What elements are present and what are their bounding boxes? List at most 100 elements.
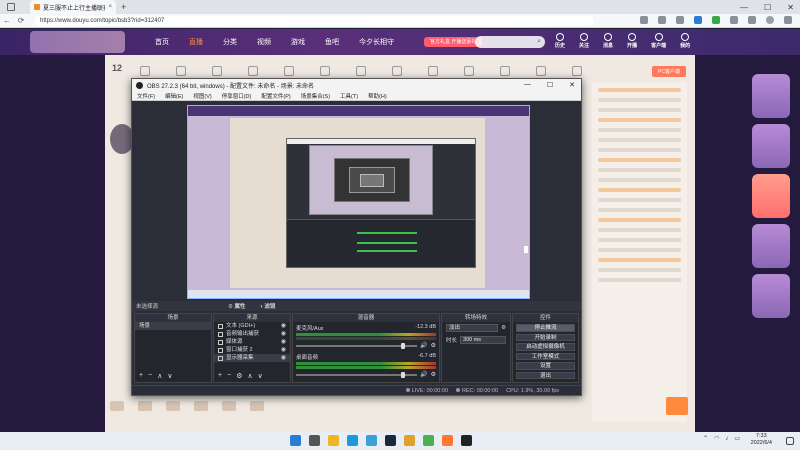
eye-icon[interactable]: ◉: [281, 354, 286, 362]
history-button[interactable]: 历史: [555, 33, 565, 49]
settings-button[interactable]: 设置: [516, 362, 575, 370]
speaker-icon[interactable]: 🔊: [420, 371, 427, 378]
nav-item-event[interactable]: 今夕长相守: [359, 37, 394, 47]
stop-streaming-button[interactable]: 停止推流: [516, 324, 575, 332]
extension-green-icon[interactable]: [712, 16, 720, 24]
promo-badge[interactable]: [752, 224, 790, 268]
nav-item-yuba[interactable]: 鱼吧: [325, 37, 339, 47]
eye-icon[interactable]: ◉: [281, 322, 286, 330]
read-aloud-icon[interactable]: [640, 16, 648, 24]
obs-icon[interactable]: [461, 435, 472, 446]
category-icon[interactable]: [572, 66, 582, 76]
game-icon[interactable]: [423, 435, 434, 446]
gift-icon[interactable]: [110, 401, 124, 411]
volume-slider[interactable]: [296, 371, 418, 378]
menu-docks[interactable]: 停靠窗口(D): [222, 92, 252, 100]
pc-client-button[interactable]: PC客户端: [652, 66, 686, 77]
gear-icon[interactable]: ⚙: [431, 371, 436, 378]
menu-help[interactable]: 帮助(H): [368, 92, 387, 100]
source-settings-button[interactable]: ⚙: [236, 372, 242, 380]
add-source-button[interactable]: +: [218, 372, 222, 380]
search-icon[interactable]: ⌕: [537, 38, 541, 46]
category-icon[interactable]: [464, 66, 474, 76]
back-button[interactable]: ←: [0, 16, 14, 25]
tab-close-icon[interactable]: ×: [108, 4, 112, 10]
move-up-button[interactable]: ∧: [157, 372, 162, 380]
message-button[interactable]: 消息: [603, 33, 613, 49]
mail-icon[interactable]: [404, 435, 415, 446]
promo-badge[interactable]: [752, 124, 790, 168]
speaker-icon[interactable]: ♪: [725, 436, 728, 442]
source-item[interactable]: 音频输出捕获 ◉: [214, 330, 290, 338]
browser-tab-active[interactable]: 夏三服不止上行主播联赛 ×: [30, 0, 116, 14]
start-stream-button[interactable]: 开播: [627, 33, 637, 49]
menu-scene-collection[interactable]: 场景集合(S): [301, 92, 330, 100]
battery-icon[interactable]: ▭: [734, 435, 740, 442]
send-button[interactable]: [666, 397, 688, 415]
file-explorer-icon[interactable]: [328, 435, 339, 446]
source-item[interactable]: 文本 (GDI+) ◉: [214, 322, 290, 330]
eye-icon[interactable]: ◉: [281, 338, 286, 346]
minimize-button[interactable]: —: [740, 3, 748, 12]
client-button[interactable]: 客户端: [651, 33, 666, 49]
gear-icon[interactable]: ⚙: [431, 342, 436, 349]
scene-item[interactable]: 场景: [135, 322, 211, 330]
url-input[interactable]: https://www.douyu.com/topic/bsb3?rid=312…: [34, 15, 594, 26]
douyu-logo[interactable]: [30, 31, 125, 53]
gift-icon[interactable]: [138, 401, 152, 411]
start-icon[interactable]: [290, 435, 301, 446]
add-scene-button[interactable]: +: [139, 372, 143, 380]
move-down-button[interactable]: ∨: [167, 372, 172, 380]
nav-item-home[interactable]: 首页: [155, 37, 169, 47]
transition-select[interactable]: 淡出: [446, 324, 499, 332]
studio-mode-button[interactable]: 工作室模式: [516, 352, 575, 360]
refresh-button[interactable]: ⟳: [14, 16, 28, 25]
maximize-button[interactable]: ☐: [764, 3, 771, 12]
nav-item-game[interactable]: 游戏: [291, 37, 305, 47]
category-icon[interactable]: [392, 66, 402, 76]
transition-settings-icon[interactable]: ⚙: [501, 325, 506, 331]
category-icon[interactable]: [536, 66, 546, 76]
speaker-icon[interactable]: 🔊: [420, 342, 427, 349]
gift-icon[interactable]: [166, 401, 180, 411]
wifi-icon[interactable]: ◠: [714, 435, 719, 442]
category-icon[interactable]: [428, 66, 438, 76]
search-icon[interactable]: [309, 435, 320, 446]
obs-maximize-button[interactable]: ☐: [547, 81, 553, 89]
obs-close-button[interactable]: ✕: [569, 81, 575, 89]
notification-icon[interactable]: [786, 437, 794, 445]
close-button[interactable]: ✕: [787, 3, 794, 12]
nav-item-live[interactable]: 直播: [189, 37, 203, 47]
profile-avatar[interactable]: [766, 16, 774, 24]
category-icon[interactable]: [176, 66, 186, 76]
collections-icon[interactable]: [748, 16, 756, 24]
move-down-button[interactable]: ∨: [258, 372, 263, 380]
start-recording-button[interactable]: 开始录制: [516, 333, 575, 341]
eye-icon[interactable]: ◉: [281, 330, 286, 338]
gift-icon[interactable]: [222, 401, 236, 411]
favorite-star-icon[interactable]: [658, 16, 666, 24]
taskbar-clock[interactable]: 7:33 2022/6/4: [751, 433, 772, 447]
category-icon[interactable]: [356, 66, 366, 76]
category-icon[interactable]: [320, 66, 330, 76]
steam-icon[interactable]: [385, 435, 396, 446]
properties-button[interactable]: ⚙ 属性: [228, 302, 245, 310]
favorites-icon[interactable]: [730, 16, 738, 24]
media-icon[interactable]: [366, 435, 377, 446]
obs-minimize-button[interactable]: —: [524, 81, 531, 89]
obs-preview[interactable]: [187, 105, 530, 299]
extension-blue-icon[interactable]: [694, 16, 702, 24]
filters-button[interactable]: ◑ 滤镜: [260, 302, 276, 310]
promo-badge[interactable]: [752, 274, 790, 318]
start-virtual-camera-button[interactable]: 启动虚拟摄像机: [516, 343, 575, 351]
duration-input[interactable]: 300 ms: [460, 336, 506, 344]
edge-icon[interactable]: [347, 435, 358, 446]
source-item[interactable]: 窗口捕获 2 ◉: [214, 346, 290, 354]
menu-edit[interactable]: 编辑(E): [165, 92, 183, 100]
menu-view[interactable]: 视图(V): [193, 92, 211, 100]
menu-file[interactable]: 文件(F): [137, 92, 155, 100]
category-icon[interactable]: [212, 66, 222, 76]
remove-scene-button[interactable]: −: [148, 372, 152, 380]
gift-icon[interactable]: [250, 401, 264, 411]
move-up-button[interactable]: ∧: [247, 372, 252, 380]
